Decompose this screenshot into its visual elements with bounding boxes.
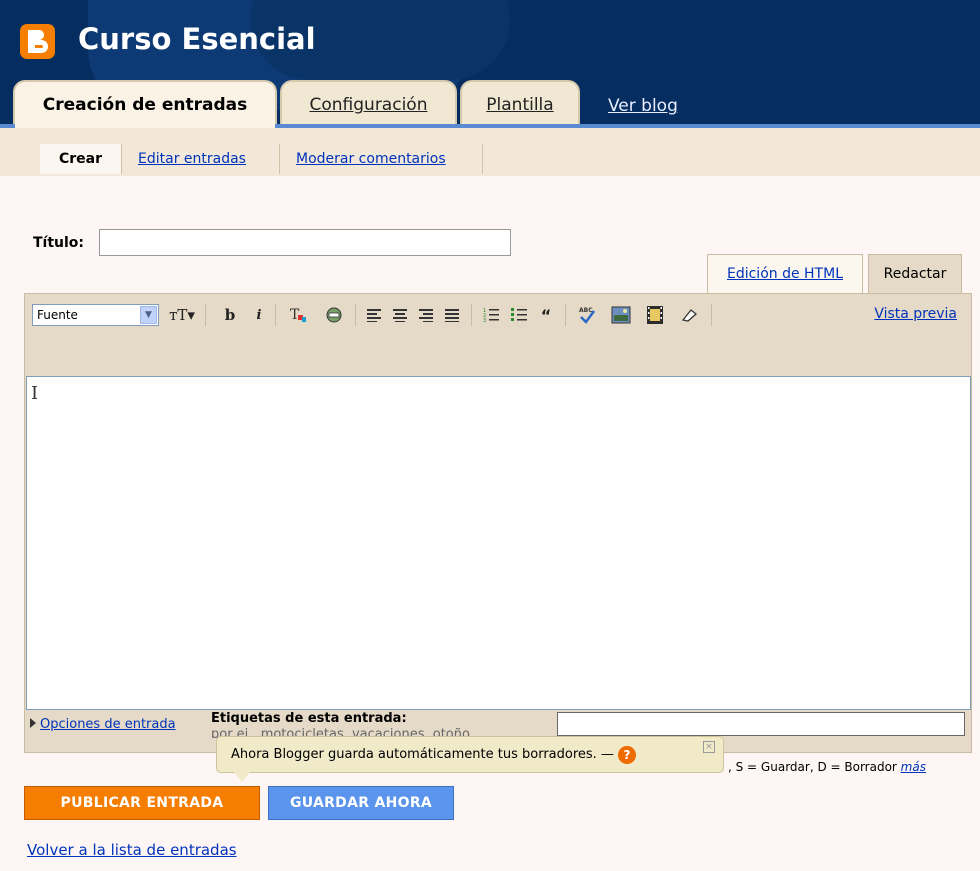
text-cursor-icon: I xyxy=(31,383,39,404)
justify-icon[interactable] xyxy=(443,304,463,326)
help-icon[interactable]: ? xyxy=(617,745,636,764)
font-size-icon[interactable]: тT▾ xyxy=(165,304,199,326)
subnav-moderate-comments[interactable]: Moderar comentarios xyxy=(280,144,483,174)
tab-posting-label: Creación de entradas xyxy=(42,95,248,115)
back-to-posts-link-text[interactable]: Volver a la lista de entradas xyxy=(27,841,237,859)
title-label: Título: xyxy=(33,235,85,251)
link-icon[interactable] xyxy=(323,304,345,326)
tab-settings[interactable]: Configuración xyxy=(280,80,457,128)
tab-settings-link[interactable]: Configuración xyxy=(310,95,428,115)
post-options-link[interactable]: Opciones de entrada xyxy=(40,717,176,732)
main-content: Título: Edición de HTML Redactar Fuente … xyxy=(0,176,980,871)
shortcuts-text: , S = Guardar, D = Borrador xyxy=(728,760,897,774)
preview-link-text[interactable]: Vista previa xyxy=(874,306,957,322)
save-now-button[interactable]: GUARDAR AHORA xyxy=(268,786,454,820)
editor-box: Fuente ▼ тT▾ b i T 1 2 3 “ ABC Vista pre… xyxy=(24,293,972,753)
tab-compose[interactable]: Redactar xyxy=(868,254,962,293)
italic-icon[interactable]: i xyxy=(251,304,267,326)
video-icon[interactable] xyxy=(643,304,667,326)
font-select[interactable]: Fuente ▼ xyxy=(32,304,159,326)
expand-triangle-icon[interactable] xyxy=(30,718,36,728)
title-input[interactable] xyxy=(99,229,511,256)
tab-edit-html-link[interactable]: Edición de HTML xyxy=(727,266,843,282)
close-icon[interactable]: × xyxy=(703,741,715,753)
preview-link[interactable]: Vista previa xyxy=(874,306,957,322)
font-select-value: Fuente xyxy=(37,308,78,322)
image-icon[interactable] xyxy=(609,304,633,326)
align-center-icon[interactable] xyxy=(391,304,411,326)
view-blog[interactable]: Ver blog xyxy=(608,96,678,116)
tab-template-link[interactable]: Plantilla xyxy=(486,95,553,115)
editor-toolbar: Fuente ▼ тT▾ b i T 1 2 3 “ ABC Vista pre… xyxy=(25,294,971,374)
chevron-down-icon[interactable]: ▼ xyxy=(140,306,157,324)
labels-label: Etiquetas de esta entrada: xyxy=(211,711,407,726)
tab-template[interactable]: Plantilla xyxy=(460,80,580,128)
subnav-create[interactable]: Crear xyxy=(40,144,122,174)
blogger-logo-icon[interactable] xyxy=(20,24,55,59)
tooltip-text: Ahora Blogger guarda automáticamente tus… xyxy=(231,747,614,762)
align-left-icon[interactable] xyxy=(365,304,385,326)
align-right-icon[interactable] xyxy=(417,304,437,326)
autosave-tooltip: Ahora Blogger guarda automáticamente tus… xyxy=(216,736,724,773)
header: Curso Esencial Creación de entradas Conf… xyxy=(0,0,980,128)
shortcuts-more-link[interactable]: más xyxy=(901,760,926,774)
back-to-posts-link[interactable]: Volver a la lista de entradas xyxy=(27,841,237,859)
blog-title: Curso Esencial xyxy=(78,22,316,56)
subnav: Crear Editar entradas Moderar comentario… xyxy=(0,128,980,176)
svg-text:3: 3 xyxy=(483,318,486,323)
text-color-icon[interactable]: T xyxy=(287,304,309,326)
subnav-edit-posts[interactable]: Editar entradas xyxy=(122,144,280,174)
subnav-edit-posts-link[interactable]: Editar entradas xyxy=(138,151,246,167)
editor-area[interactable]: I xyxy=(26,376,971,710)
bold-icon[interactable]: b xyxy=(221,304,239,326)
tooltip-arrow xyxy=(234,772,250,782)
subnav-create-label: Crear xyxy=(58,151,103,167)
labels-input[interactable] xyxy=(557,712,965,736)
tab-posting[interactable]: Creación de entradas xyxy=(13,80,277,128)
post-options-toggle[interactable]: Opciones de entrada xyxy=(30,717,176,732)
blockquote-icon[interactable]: “ xyxy=(535,304,557,326)
tab-compose-label: Redactar xyxy=(883,266,947,282)
view-blog-link[interactable]: Ver blog xyxy=(608,96,678,116)
publish-post-button[interactable]: PUBLICAR ENTRADA xyxy=(24,786,260,820)
subnav-moderate-comments-link[interactable]: Moderar comentarios xyxy=(296,151,446,167)
bullet-list-icon[interactable] xyxy=(509,304,531,326)
tab-edit-html[interactable]: Edición de HTML xyxy=(707,254,863,293)
numbered-list-icon[interactable]: 123 xyxy=(481,304,503,326)
shortcuts-hint: , S = Guardar, D = Borrador más xyxy=(728,760,926,774)
spellcheck-icon[interactable]: ABC xyxy=(575,304,599,326)
eraser-icon[interactable] xyxy=(677,304,701,326)
